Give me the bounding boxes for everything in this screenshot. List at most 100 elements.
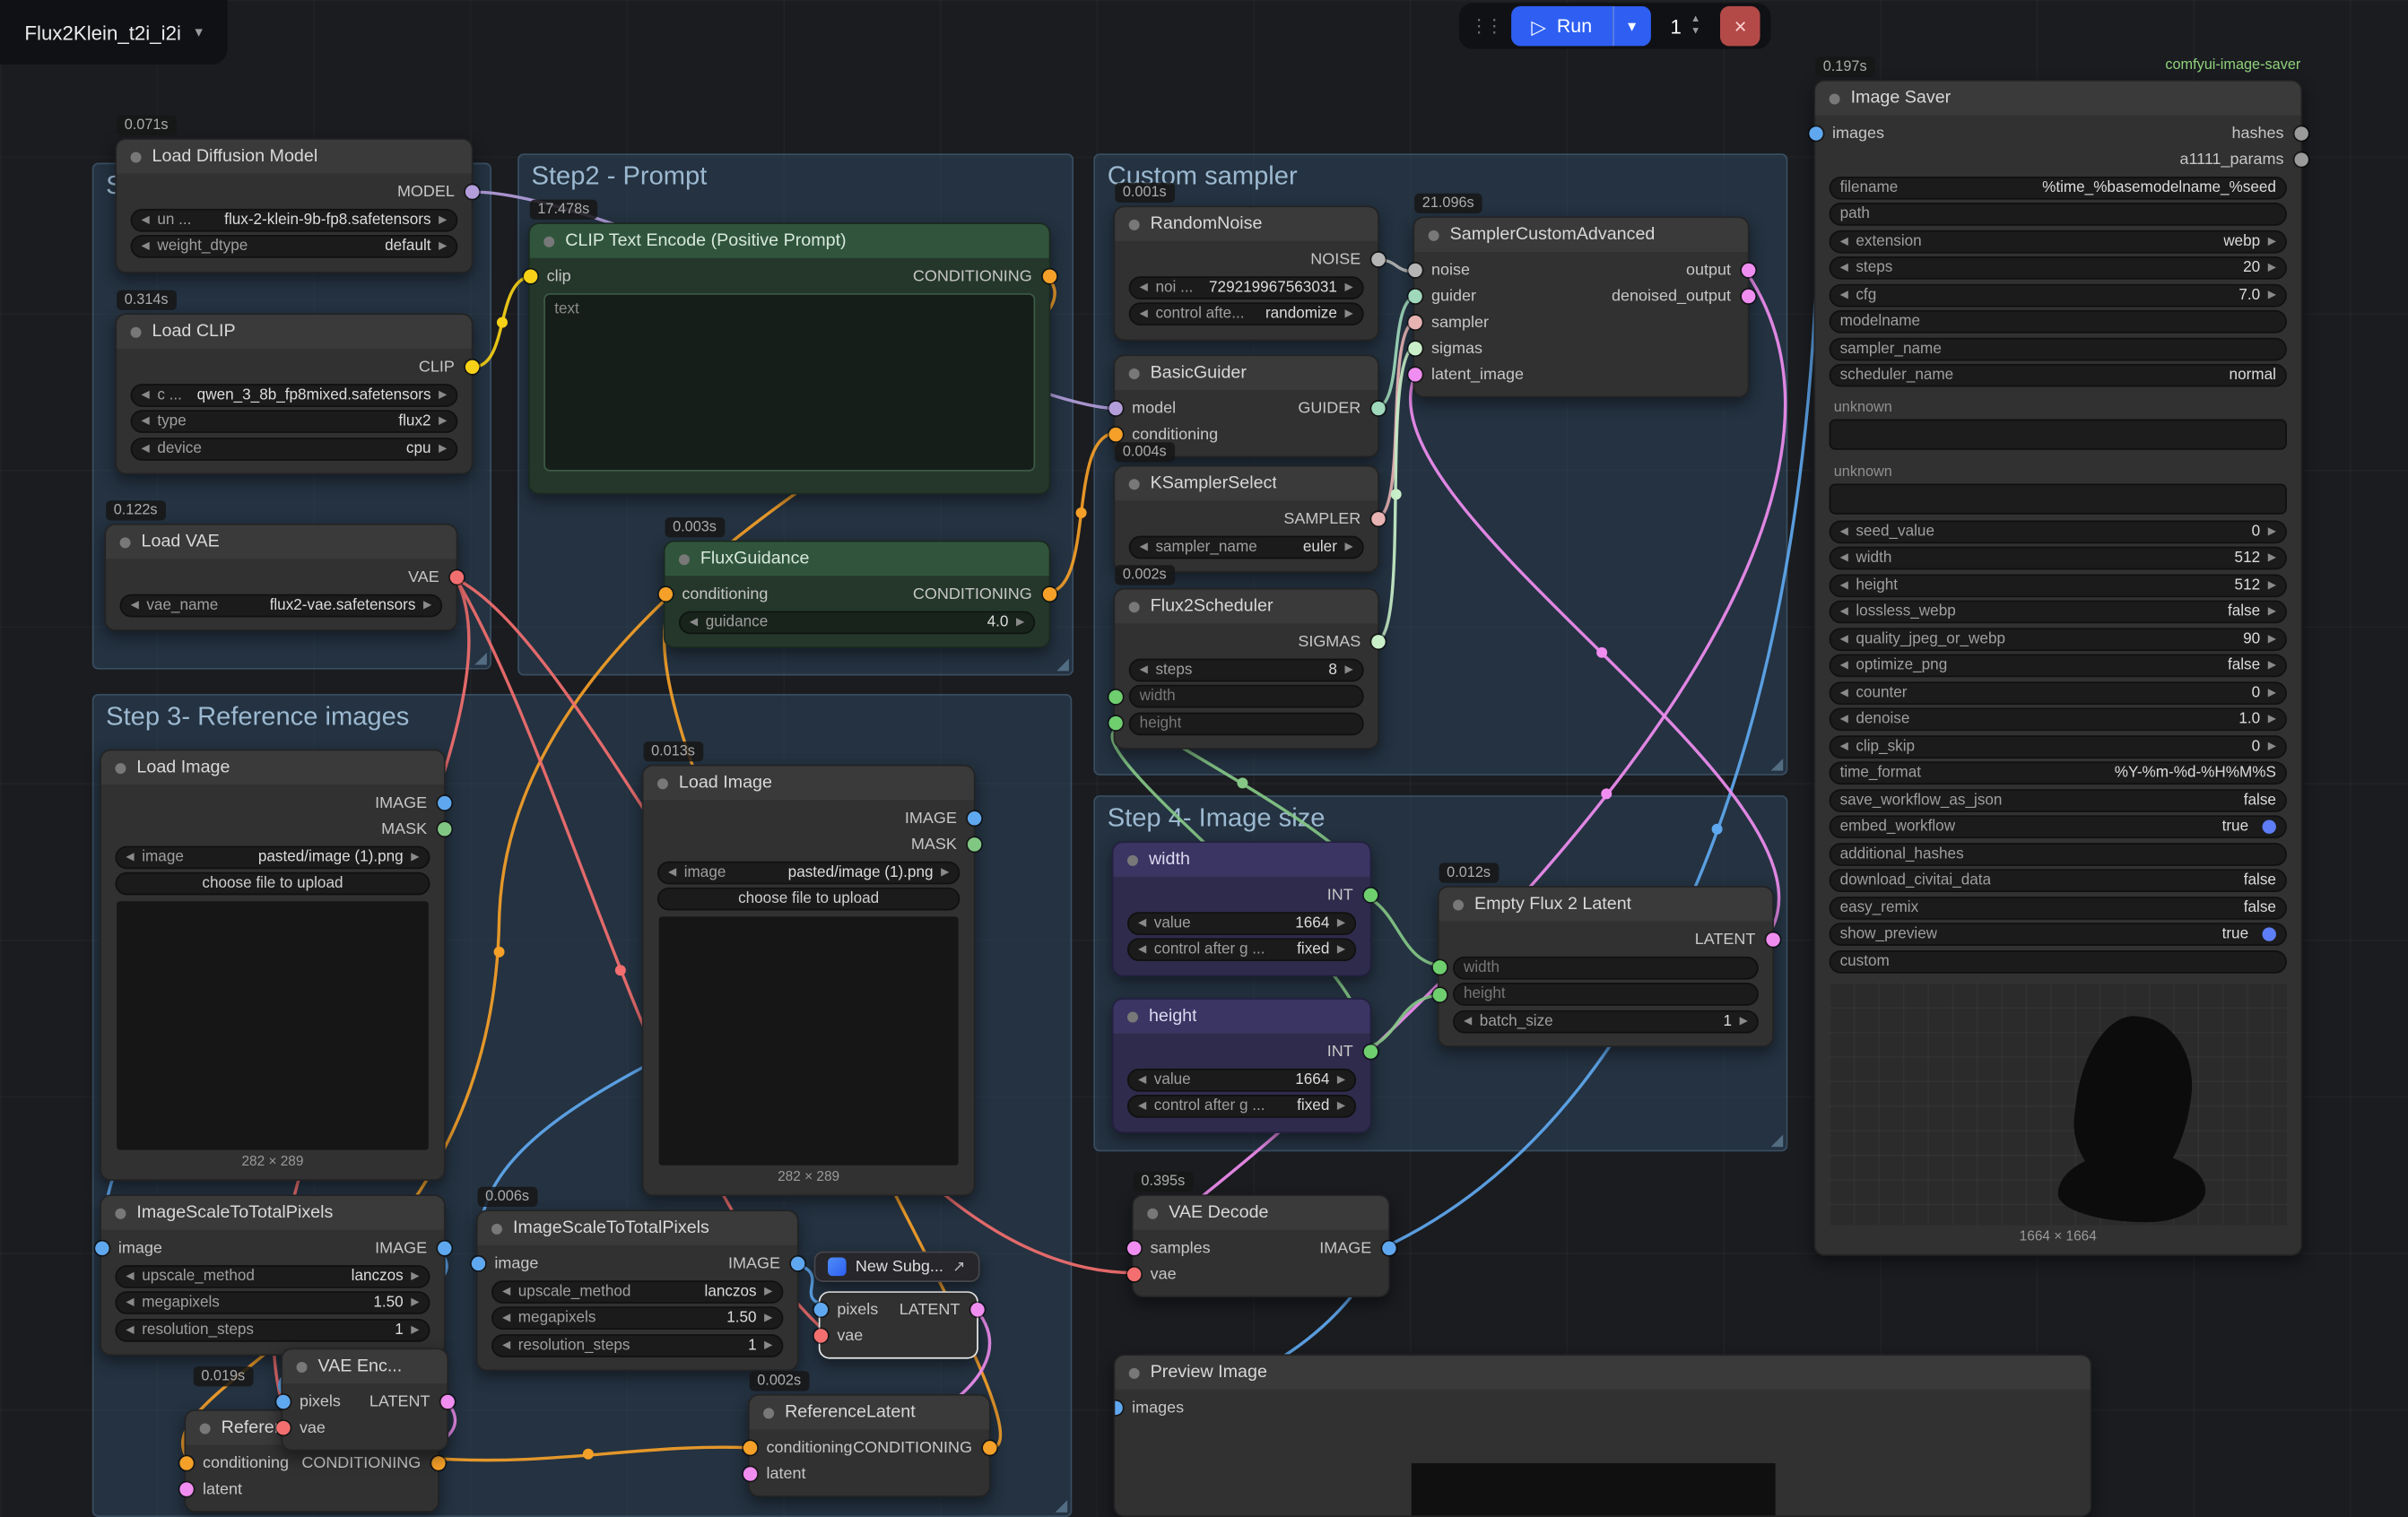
collapse-dot-icon[interactable] [543, 236, 554, 247]
next-arrow-icon[interactable]: ▶ [2268, 606, 2276, 617]
sigmas-input-port[interactable] [1408, 341, 1421, 354]
vae-name-widget[interactable]: ◀vae_nameflux2-vae.safetensors▶ [120, 594, 443, 617]
save-workflow-as-json-widget[interactable]: save_workflow_as_jsonfalse [1830, 788, 2287, 811]
vae-input-port[interactable] [1126, 1267, 1140, 1280]
next-arrow-icon[interactable]: ▶ [1337, 944, 1345, 955]
control-after-generate-widget[interactable]: ◀control after g ...fixed▶ [1127, 938, 1356, 961]
run-controls[interactable]: ⋮⋮ ▷Run ▼ 1 ▲▼ × [1459, 3, 1771, 48]
node-flux-guidance[interactable]: 0.003s FluxGuidance conditioningCONDITIO… [664, 541, 1051, 648]
custom-widget[interactable]: custom [1830, 949, 2287, 973]
node-image-scale-2[interactable]: 0.006s ImageScaleToTotalPixels imageIMAG… [476, 1209, 799, 1371]
next-arrow-icon[interactable]: ▶ [439, 214, 447, 225]
prev-arrow-icon[interactable]: ◀ [142, 214, 150, 225]
sampler-input-port[interactable] [1408, 315, 1421, 328]
cfg-widget[interactable]: ◀cfg7.0▶ [1830, 283, 2287, 307]
node-width-primitive[interactable]: width INT ◀value1664▶ ◀control after g .… [1112, 841, 1371, 975]
upscale-method-widget[interactable]: ◀upscale_methodlanczos▶ [491, 1279, 783, 1303]
guider-output-port[interactable] [1370, 401, 1384, 414]
node-preview-image[interactable]: 0.089s Preview Image images [1114, 1354, 2092, 1517]
run-button[interactable]: ▷Run [1511, 6, 1612, 47]
clip-name-widget[interactable]: ◀c ...qwen_3_8b_fp8mixed.safetensors▶ [131, 383, 458, 406]
chevron-down-icon[interactable]: ▾ [195, 24, 203, 41]
toggle-on-indicator[interactable] [2263, 819, 2276, 833]
guidance-widget[interactable]: ◀guidance4.0▶ [679, 611, 1035, 634]
prev-arrow-icon[interactable]: ◀ [126, 1270, 134, 1281]
next-arrow-icon[interactable]: ▶ [1344, 542, 1352, 552]
model-output-port[interactable] [465, 185, 478, 198]
height-input-widget[interactable]: height [1129, 712, 1364, 735]
prev-arrow-icon[interactable]: ◀ [126, 852, 134, 863]
node-load-image-2[interactable]: 0.013s Load Image IMAGE MASK ◀imagepaste… [642, 765, 976, 1196]
prev-arrow-icon[interactable]: ◀ [131, 600, 139, 611]
prev-arrow-icon[interactable]: ◀ [142, 443, 150, 454]
node-load-diffusion-model[interactable]: 0.071s Load Diffusion Model MODEL ◀un ..… [115, 138, 473, 273]
prev-arrow-icon[interactable]: ◀ [1140, 542, 1148, 552]
int-output-port[interactable] [1363, 888, 1377, 901]
next-arrow-icon[interactable]: ▶ [439, 241, 447, 252]
collapse-dot-icon[interactable] [1429, 230, 1439, 240]
clip-skip-widget[interactable]: ◀clip_skip0▶ [1830, 734, 2287, 758]
sigmas-output-port[interactable] [1370, 634, 1384, 647]
collapse-dot-icon[interactable] [679, 553, 690, 564]
image-output-port[interactable] [790, 1256, 804, 1270]
extension-widget[interactable]: ◀extensionwebp▶ [1830, 230, 2287, 253]
next-arrow-icon[interactable]: ▶ [2268, 263, 2276, 273]
collapse-dot-icon[interactable] [1129, 368, 1140, 378]
prev-arrow-icon[interactable]: ◀ [1138, 1101, 1146, 1112]
collapse-dot-icon[interactable] [120, 537, 131, 548]
prev-arrow-icon[interactable]: ◀ [1840, 633, 1848, 644]
pixels-input-port[interactable] [813, 1302, 827, 1315]
image-filename-widget[interactable]: ◀imagepasted/image (1).png▶ [115, 845, 430, 869]
output-latent-port[interactable] [1741, 263, 1754, 276]
collapse-dot-icon[interactable] [1129, 1367, 1140, 1378]
prev-arrow-icon[interactable]: ◀ [1840, 553, 1848, 564]
width-input-port[interactable] [1108, 689, 1122, 703]
sampler-name-widget[interactable]: ◀sampler_nameeuler▶ [1129, 535, 1364, 559]
latent-output-port[interactable] [969, 1302, 983, 1315]
steps-widget[interactable]: ◀steps20▶ [1830, 256, 2287, 280]
collapse-dot-icon[interactable] [657, 777, 668, 788]
conditioning-input-port[interactable] [1108, 427, 1122, 440]
width-input-widget[interactable]: width [1453, 956, 1759, 979]
prev-arrow-icon[interactable]: ◀ [1840, 606, 1848, 617]
latent-image-input-port[interactable] [1408, 367, 1421, 380]
next-arrow-icon[interactable]: ▶ [2268, 290, 2276, 300]
conditioning-output-port[interactable] [430, 1455, 444, 1469]
vae-input-port[interactable] [275, 1420, 289, 1434]
next-arrow-icon[interactable]: ▶ [1016, 617, 1024, 628]
choose-file-button[interactable]: choose file to upload [115, 872, 430, 896]
device-widget[interactable]: ◀devicecpu▶ [131, 437, 458, 460]
upscale-method-widget[interactable]: ◀upscale_methodlanczos▶ [115, 1264, 430, 1287]
decrement-icon[interactable]: ▼ [1691, 26, 1700, 38]
collapse-dot-icon[interactable] [763, 1408, 774, 1418]
next-arrow-icon[interactable]: ▶ [423, 600, 431, 611]
node-ksampler-select[interactable]: 0.004s KSamplerSelect SAMPLER ◀sampler_n… [1114, 465, 1379, 573]
image-output-port[interactable] [967, 811, 980, 824]
node-empty-flux2-latent[interactable]: 0.012s Empty Flux 2 Latent LATENT width … [1438, 886, 1774, 1047]
additional-hashes-widget[interactable]: additional_hashes [1830, 842, 2287, 865]
conditioning-output-port[interactable] [982, 1440, 995, 1453]
next-arrow-icon[interactable]: ▶ [439, 389, 447, 400]
sampler-output-port[interactable] [1370, 511, 1384, 524]
megapixels-widget[interactable]: ◀megapixels1.50▶ [115, 1291, 430, 1314]
latent-input-port[interactable] [179, 1482, 193, 1495]
prev-arrow-icon[interactable]: ◀ [1840, 526, 1848, 537]
prev-arrow-icon[interactable]: ◀ [502, 1339, 510, 1350]
counter-widget[interactable]: ◀counter0▶ [1830, 680, 2287, 704]
noise-output-port[interactable] [1370, 252, 1384, 265]
prev-arrow-icon[interactable]: ◀ [1138, 917, 1146, 928]
increment-icon[interactable]: ▲ [1691, 14, 1700, 26]
steps-widget[interactable]: ◀steps8▶ [1129, 658, 1364, 681]
prev-arrow-icon[interactable]: ◀ [502, 1313, 510, 1323]
batch-count-stepper[interactable]: 1 ▲▼ [1661, 14, 1709, 39]
next-arrow-icon[interactable]: ▶ [2268, 687, 2276, 698]
lossless-webp-widget[interactable]: ◀lossless_webpfalse▶ [1830, 601, 2287, 624]
node-reference-latent-2[interactable]: 0.002s ReferenceLatent conditioningCONDI… [748, 1394, 991, 1497]
prev-arrow-icon[interactable]: ◀ [126, 1297, 134, 1308]
next-arrow-icon[interactable]: ▶ [2268, 660, 2276, 671]
prompt-text-widget[interactable]: text [543, 293, 1035, 472]
resolution-steps-widget[interactable]: ◀resolution_steps1▶ [115, 1318, 430, 1341]
latent-output-port[interactable] [440, 1394, 454, 1408]
next-arrow-icon[interactable]: ▶ [764, 1286, 772, 1296]
workflow-tab[interactable]: Flux2Klein_t2i_i2i ▾ [0, 0, 227, 65]
